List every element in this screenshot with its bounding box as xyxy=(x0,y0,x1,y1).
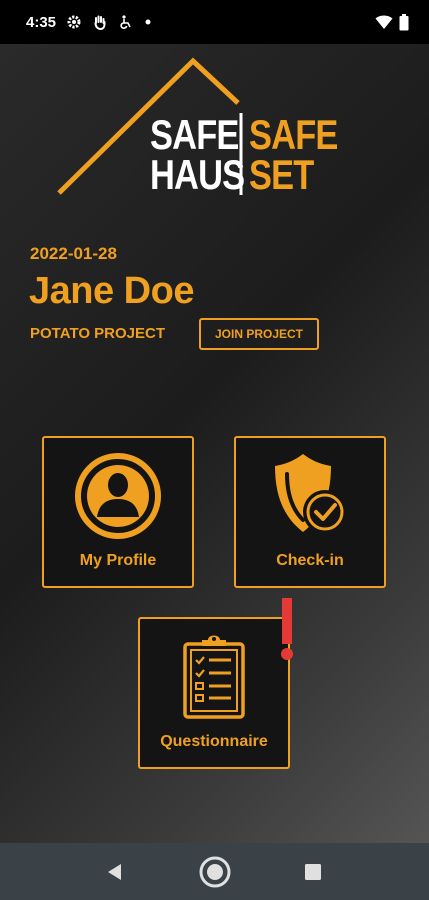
system-nav-bar xyxy=(0,843,429,900)
wifi-icon xyxy=(375,14,393,30)
questionnaire-tile[interactable]: Questionnaire xyxy=(138,617,290,769)
logo-safe-orange: SAFE xyxy=(249,111,338,158)
my-profile-tile[interactable]: My Profile xyxy=(42,436,194,588)
check-in-tile[interactable]: Check-in xyxy=(234,436,386,588)
check-in-label: Check-in xyxy=(276,552,344,569)
recents-icon[interactable] xyxy=(298,843,328,900)
app-logo: SAFE HAUS SAFE SET xyxy=(55,55,345,205)
gear-icon xyxy=(66,14,82,30)
join-project-button[interactable]: JOIN PROJECT xyxy=(199,318,319,350)
hand-icon xyxy=(92,14,108,30)
questionnaire-label: Questionnaire xyxy=(160,733,268,750)
alert-icon xyxy=(280,598,294,662)
dot-icon xyxy=(144,18,152,26)
clipboard-icon xyxy=(182,632,246,725)
project-name: POTATO PROJECT xyxy=(30,325,166,342)
logo-set: SET xyxy=(249,151,314,198)
battery-icon xyxy=(399,13,409,31)
shield-check-icon xyxy=(265,452,355,543)
my-profile-label: My Profile xyxy=(79,552,157,569)
logo-haus: HAUS xyxy=(150,151,245,198)
status-bar: 4:35 xyxy=(0,0,429,44)
status-left: 4:35 xyxy=(26,14,152,31)
user-name: Jane Doe xyxy=(29,270,194,312)
logo-safe-white: SAFE xyxy=(150,111,239,158)
current-date: 2022-01-28 xyxy=(30,244,117,263)
accessibility-icon xyxy=(118,14,134,30)
person-icon xyxy=(73,451,163,546)
status-right xyxy=(375,13,409,31)
back-icon[interactable] xyxy=(98,843,132,900)
status-time: 4:35 xyxy=(26,13,57,31)
home-icon[interactable] xyxy=(196,843,234,900)
